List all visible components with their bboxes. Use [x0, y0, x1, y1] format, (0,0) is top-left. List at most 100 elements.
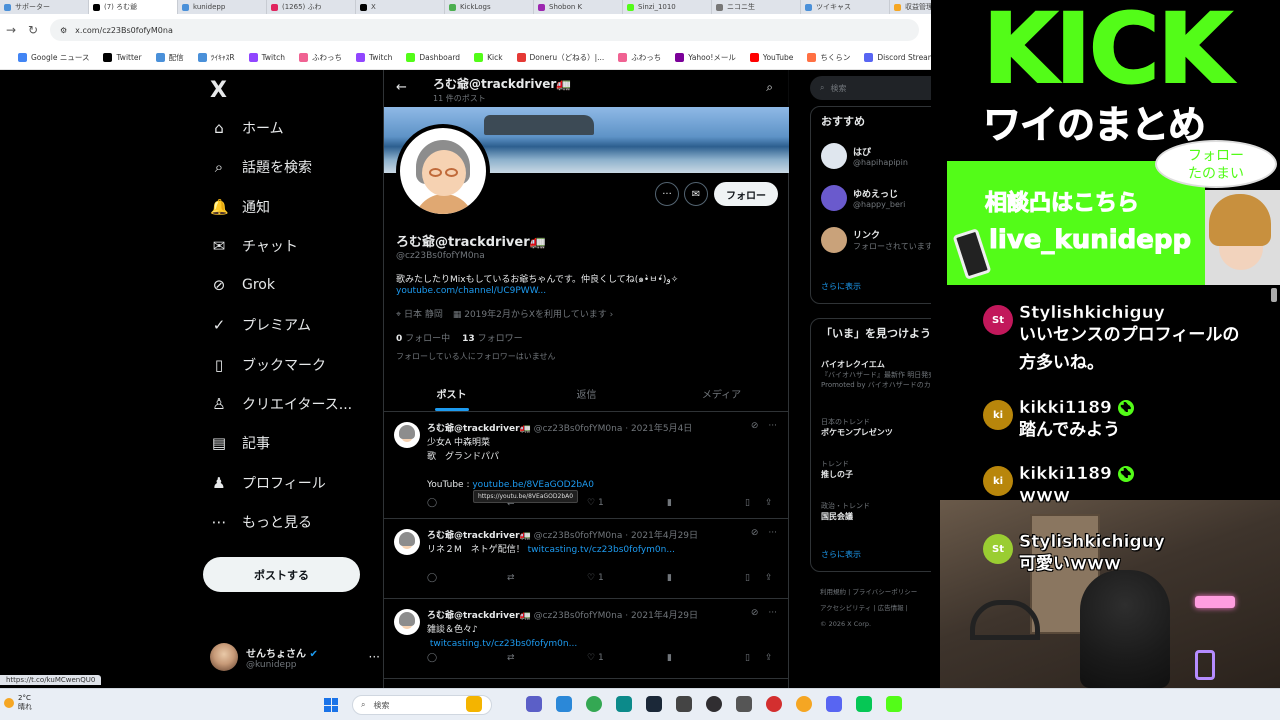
- trend-item[interactable]: バイオレクイエム 『バイオハザード』最新作 明日発売！ Promoted by バイ…: [821, 359, 931, 390]
- search-input[interactable]: ⌕ 検索: [810, 76, 931, 100]
- bookmark-icon[interactable]: ▯: [745, 573, 750, 583]
- bookmark-item[interactable]: ふわっち: [298, 52, 342, 63]
- trend-item[interactable]: 政治・トレンド 国民会議: [821, 501, 870, 522]
- views-icon[interactable]: ▮: [667, 573, 672, 583]
- footer-line[interactable]: 利用規約 | プライバシーポリシー: [820, 584, 917, 600]
- taskbar-kick-icon[interactable]: [886, 696, 902, 712]
- bookmark-item[interactable]: Dashboard: [406, 53, 460, 62]
- nav-item[interactable]: ✉ チャット: [210, 236, 298, 256]
- tab-posts[interactable]: ポスト: [384, 375, 519, 411]
- like-icon[interactable]: ♡ 1: [587, 653, 604, 663]
- taskbar-terminal-icon[interactable]: [676, 696, 692, 712]
- grok-icon[interactable]: ⊘: [751, 528, 759, 538]
- more-options-icon[interactable]: ···: [655, 182, 679, 206]
- join-date[interactable]: ▦ 2019年2月からXを利用しています ›: [453, 307, 613, 320]
- grok-icon[interactable]: ⊘: [751, 421, 759, 431]
- show-more-trends-link[interactable]: さらに表示: [821, 549, 861, 560]
- taskbar-gamepad-icon[interactable]: [736, 696, 752, 712]
- taskbar-record-icon[interactable]: [766, 696, 782, 712]
- bookmark-item[interactable]: Twitter: [103, 53, 142, 62]
- browser-tab[interactable]: X: [356, 0, 445, 14]
- back-arrow-icon[interactable]: ←: [396, 80, 407, 95]
- share-icon[interactable]: ⇪: [765, 653, 773, 663]
- tweet-link[interactable]: twitcasting.tv/cz23bs0fofym0n...: [528, 545, 675, 555]
- tweet[interactable]: ろむ爺@trackdriver🚛 @cz23Bs0fofYM0na · 2021…: [384, 519, 789, 599]
- nav-item[interactable]: ▯ ブックマーク: [210, 355, 326, 375]
- repost-icon[interactable]: ⇄: [507, 653, 515, 663]
- tweet-author[interactable]: ろむ爺@trackdriver🚛: [427, 531, 531, 541]
- nav-item[interactable]: ♟ プロフィール: [210, 473, 325, 493]
- taskbar-edge-icon[interactable]: [616, 696, 632, 712]
- tweet-link[interactable]: twitcasting.tv/cz23bs0fofym0n...: [430, 639, 577, 649]
- tweet-avatar[interactable]: [394, 422, 420, 448]
- bookmark-item[interactable]: ﾂｲｷｬｽR: [197, 52, 235, 63]
- nav-item[interactable]: ⋯ もっと見る: [210, 512, 313, 532]
- nav-item[interactable]: ⌂ ホーム: [210, 118, 283, 138]
- windows-start-icon[interactable]: [324, 698, 338, 712]
- followers-link[interactable]: 13 フォロワー: [462, 331, 522, 344]
- bookmark-item[interactable]: Discord StreamKit O...: [864, 53, 931, 62]
- tweet[interactable]: ろむ爺@trackdriver🚛 @cz23Bs0fofYM0na · 2021…: [384, 599, 789, 679]
- bookmark-item[interactable]: Google ニュース: [18, 52, 89, 63]
- taskbar-files-icon[interactable]: [466, 696, 482, 712]
- browser-tab[interactable]: ツイキャス: [801, 0, 890, 14]
- taskbar-coin-icon[interactable]: [796, 696, 812, 712]
- bookmark-icon[interactable]: ▯: [745, 653, 750, 663]
- site-info-icon[interactable]: ⚙: [60, 26, 67, 35]
- share-icon[interactable]: ⇪: [765, 498, 773, 508]
- reply-icon[interactable]: ◯: [427, 498, 437, 508]
- tweet-avatar[interactable]: [394, 529, 420, 555]
- tweet-avatar[interactable]: [394, 609, 420, 635]
- url-field[interactable]: ⚙ x.com/cz23Bs0fofyM0na: [50, 19, 919, 41]
- more-icon[interactable]: ···: [768, 608, 777, 618]
- post-button[interactable]: ポストする: [203, 557, 360, 592]
- x-logo-icon[interactable]: X: [210, 78, 227, 103]
- like-icon[interactable]: ♡ 1: [587, 573, 604, 583]
- browser-tab[interactable]: KickLogs: [445, 0, 534, 14]
- trend-item[interactable]: 日本のトレンド ポケモンプレゼンツ: [821, 417, 893, 438]
- browser-tab[interactable]: (1265) ふわ: [267, 0, 356, 14]
- nav-item[interactable]: ♙ クリエイタース...: [210, 394, 352, 414]
- nav-item[interactable]: ✓ プレミアム: [210, 315, 311, 335]
- bookmark-item[interactable]: ふわっち: [618, 52, 661, 63]
- tab-replies[interactable]: 返信: [519, 375, 654, 411]
- more-icon[interactable]: ···: [768, 421, 777, 431]
- tweet-author[interactable]: ろむ爺@trackdriver🚛: [427, 424, 531, 434]
- tweet-author[interactable]: ろむ爺@trackdriver🚛: [427, 611, 531, 621]
- nav-item[interactable]: 🔔 通知: [210, 197, 270, 217]
- bookmark-icon[interactable]: ▯: [745, 498, 750, 508]
- taskbar-photos-icon[interactable]: [556, 696, 572, 712]
- browser-tab[interactable]: Shobon K: [534, 0, 623, 14]
- taskbar-line-icon[interactable]: [856, 696, 872, 712]
- bookmark-item[interactable]: Doneru（どねる）|...: [516, 52, 604, 63]
- reply-icon[interactable]: ◯: [427, 653, 437, 663]
- chat-scrollbar[interactable]: [1271, 288, 1277, 302]
- browser-tab[interactable]: サポーター: [0, 0, 89, 14]
- more-icon[interactable]: ···: [369, 650, 380, 664]
- taskbar-obs-icon[interactable]: [706, 696, 722, 712]
- recommended-user[interactable]: はぴ @hapihapipin: [821, 143, 908, 169]
- like-icon[interactable]: ♡ 1: [587, 498, 604, 508]
- weather-widget[interactable]: 2°C 晴れ: [4, 694, 32, 712]
- profile-link[interactable]: youtube.com/channel/UC9PWW...: [396, 286, 546, 296]
- browser-tab[interactable]: kunidepp: [178, 0, 267, 14]
- message-icon[interactable]: ✉: [684, 182, 708, 206]
- tab-media[interactable]: メディア: [654, 375, 789, 411]
- views-icon[interactable]: ▮: [667, 498, 672, 508]
- account-switcher[interactable]: せんちょさん ✔ @kunidepp ···: [210, 640, 380, 674]
- nav-item[interactable]: ⊘ Grok: [210, 276, 275, 294]
- show-more-link[interactable]: さらに表示: [821, 281, 861, 292]
- recommended-user[interactable]: リンク フォローされています: [821, 227, 931, 253]
- bookmark-item[interactable]: Twitch: [248, 53, 285, 62]
- nav-item[interactable]: ▤ 記事: [210, 433, 270, 453]
- grok-icon[interactable]: ⊘: [751, 608, 759, 618]
- back-icon[interactable]: →: [0, 23, 22, 37]
- reply-icon[interactable]: ◯: [427, 573, 437, 583]
- more-icon[interactable]: ···: [768, 528, 777, 538]
- bookmark-item[interactable]: Yahoo!メール: [675, 52, 736, 63]
- taskbar-steam-icon[interactable]: [646, 696, 662, 712]
- trend-item[interactable]: トレンド 推しの子: [821, 459, 853, 480]
- share-icon[interactable]: ⇪: [765, 573, 773, 583]
- profile-avatar[interactable]: [396, 124, 490, 218]
- bookmark-item[interactable]: Kick: [474, 53, 503, 62]
